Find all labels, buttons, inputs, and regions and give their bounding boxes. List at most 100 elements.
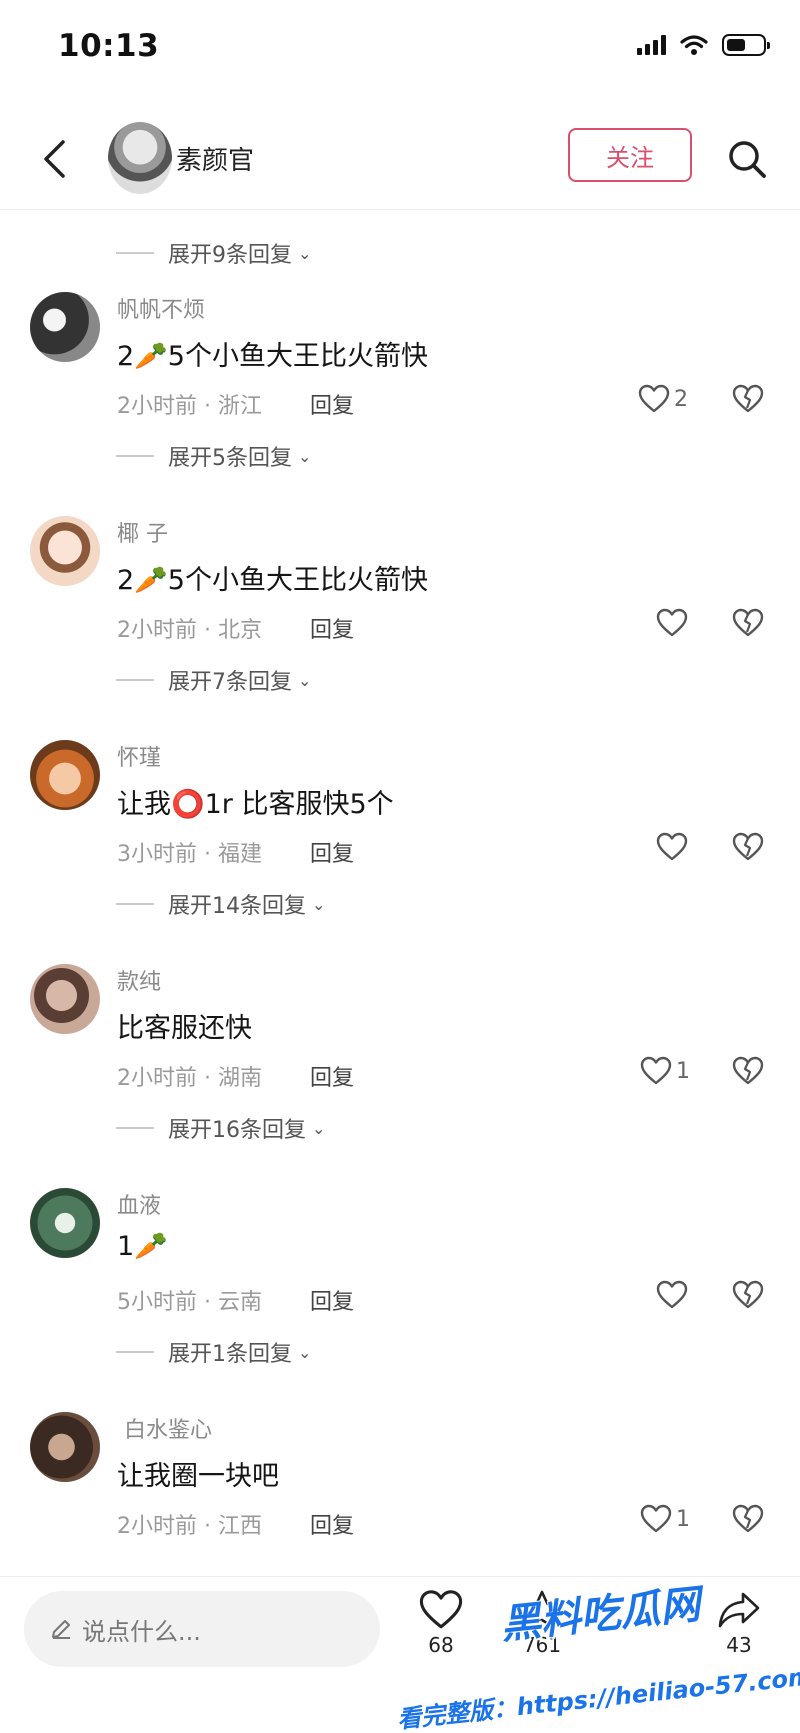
like-post-count: 68 <box>428 1633 454 1657</box>
signal-icon <box>637 35 666 55</box>
like-count: 2 <box>674 386 688 412</box>
comment-meta: 2小时前 · 北京 <box>117 618 262 643</box>
expand-replies[interactable]: 展开16条回复 ⌄ <box>116 1112 325 1144</box>
like-count: 1 <box>676 1506 690 1532</box>
dislike-button[interactable] <box>732 384 764 418</box>
expand-replies-label: 展开5条回复 <box>168 446 292 471</box>
comment-text: 让我⭕1r 比客服快5个 <box>117 789 394 820</box>
comment-meta: 2小时前 · 江西 <box>117 1514 262 1539</box>
commenter-name[interactable]: 椰 子 <box>117 516 168 548</box>
comment-text: 2🥕5个小鱼大王比火箭快 <box>117 565 428 596</box>
expand-replies-label: 展开14条回复 <box>168 894 306 919</box>
comment-item: 款纯 比客服还快 2小时前 · 湖南 回复 1 展开16条回复 ⌄ <box>0 960 800 1184</box>
status-time: 10:13 <box>58 28 160 64</box>
reply-button[interactable]: 回复 <box>310 1284 354 1316</box>
expand-divider <box>116 903 154 905</box>
dislike-button[interactable] <box>732 1280 764 1314</box>
reply-button[interactable]: 回复 <box>310 388 354 420</box>
comment-input-placeholder: 说点什么... <box>82 1617 201 1646</box>
commenter-avatar[interactable] <box>30 516 100 586</box>
expand-replies[interactable]: 展开5条回复 ⌄ <box>116 440 311 472</box>
comment-meta: 2小时前 · 湖南 <box>117 1066 262 1091</box>
chevron-down-icon: ⌄ <box>298 446 312 466</box>
status-bar: 10:13 <box>0 0 800 100</box>
share-count: 43 <box>726 1633 752 1657</box>
author-avatar[interactable] <box>108 122 172 194</box>
pencil-icon <box>52 1620 70 1639</box>
expand-divider <box>116 252 154 254</box>
commenter-name[interactable]: 款纯 <box>117 964 161 996</box>
chevron-down-icon: ⌄ <box>312 1118 326 1138</box>
chevron-left-icon <box>44 140 65 178</box>
commenter-name[interactable]: 怀瑾 <box>117 740 161 772</box>
expand-replies-label: 展开7条回复 <box>168 670 292 695</box>
broken-heart-icon <box>732 1056 764 1085</box>
dislike-button[interactable] <box>732 608 764 642</box>
expand-replies[interactable]: 展开9条回复 ⌄ <box>116 237 311 269</box>
commenter-name[interactable]: 帆帆不烦 <box>117 292 205 324</box>
search-button[interactable] <box>722 134 772 184</box>
expand-divider <box>116 1127 154 1129</box>
author-name[interactable]: 素颜官 <box>176 140 254 177</box>
reply-button[interactable]: 回复 <box>310 1508 354 1540</box>
back-button[interactable] <box>34 134 74 184</box>
collect-button[interactable]: 761 <box>520 1589 564 1657</box>
comment-input[interactable]: 说点什么... <box>24 1591 380 1667</box>
dislike-button[interactable] <box>732 1056 764 1090</box>
broken-heart-icon <box>732 608 764 637</box>
like-post-button[interactable]: 68 <box>418 1589 464 1657</box>
comment-text: 让我圈一块吧 <box>117 1461 279 1492</box>
expand-replies-label: 展开9条回复 <box>168 243 292 268</box>
commenter-name[interactable]: 白水鉴心 <box>124 1412 212 1444</box>
reply-button[interactable]: 回复 <box>310 1060 354 1092</box>
commenter-name[interactable]: 血液 <box>117 1188 161 1220</box>
share-icon <box>718 1592 760 1628</box>
comment-item: 白水鉴心 让我圈一块吧 2小时前 · 江西 回复 1 <box>0 1408 800 1576</box>
heart-icon <box>638 384 670 413</box>
commenter-avatar[interactable] <box>30 1412 100 1482</box>
like-button[interactable] <box>656 1280 688 1310</box>
comment-meta: 5小时前 · 云南 <box>117 1290 262 1315</box>
dislike-button[interactable] <box>732 832 764 866</box>
broken-heart-icon <box>732 1504 764 1533</box>
expand-divider <box>116 679 154 681</box>
comments-list[interactable]: 展开9条回复 ⌄ 帆帆不烦 2🥕5个小鱼大王比火箭快 2小时前 · 浙江 回复 … <box>0 210 800 1576</box>
comment-item: 帆帆不烦 2🥕5个小鱼大王比火箭快 2小时前 · 浙江 回复 2 展开5条回复 … <box>0 288 800 512</box>
reply-button[interactable]: 回复 <box>310 612 354 644</box>
status-icons <box>637 34 770 56</box>
like-button[interactable] <box>656 608 688 638</box>
chevron-down-icon: ⌄ <box>312 894 326 914</box>
expand-divider <box>116 455 154 457</box>
like-button[interactable] <box>656 832 688 862</box>
broken-heart-icon <box>732 832 764 861</box>
expand-replies-label: 展开1条回复 <box>168 1342 292 1367</box>
like-button[interactable]: 1 <box>640 1056 690 1086</box>
commenter-avatar[interactable] <box>30 964 100 1034</box>
share-button[interactable]: 43 <box>716 1589 762 1657</box>
comment-item: 怀瑾 让我⭕1r 比客服快5个 3小时前 · 福建 回复 展开14条回复 ⌄ <box>0 736 800 960</box>
reply-button[interactable]: 回复 <box>310 836 354 868</box>
commenter-avatar[interactable] <box>30 1188 100 1258</box>
search-icon <box>729 141 766 178</box>
heart-icon <box>656 608 688 637</box>
comment-meta: 2小时前 · 浙江 <box>117 394 262 419</box>
like-button[interactable]: 2 <box>638 384 688 414</box>
comment-text: 2🥕5个小鱼大王比火箭快 <box>117 341 428 372</box>
battery-icon <box>722 34 770 56</box>
nav-bar: 素颜官 关注 <box>0 110 800 210</box>
comment-item: 血液 1🥕 5小时前 · 云南 回复 展开1条回复 ⌄ <box>0 1184 800 1408</box>
follow-button[interactable]: 关注 <box>568 128 692 182</box>
chevron-down-icon: ⌄ <box>298 1342 312 1362</box>
comment-meta: 3小时前 · 福建 <box>117 842 262 867</box>
wifi-icon <box>680 35 708 55</box>
like-button[interactable]: 1 <box>640 1504 690 1534</box>
heart-icon <box>656 1280 688 1309</box>
broken-heart-icon <box>732 1280 764 1309</box>
expand-replies[interactable]: 展开14条回复 ⌄ <box>116 888 325 920</box>
heart-icon <box>656 832 688 861</box>
expand-replies[interactable]: 展开1条回复 ⌄ <box>116 1336 311 1368</box>
commenter-avatar[interactable] <box>30 292 100 362</box>
dislike-button[interactable] <box>732 1504 764 1538</box>
expand-replies[interactable]: 展开7条回复 ⌄ <box>116 664 311 696</box>
commenter-avatar[interactable] <box>30 740 100 810</box>
